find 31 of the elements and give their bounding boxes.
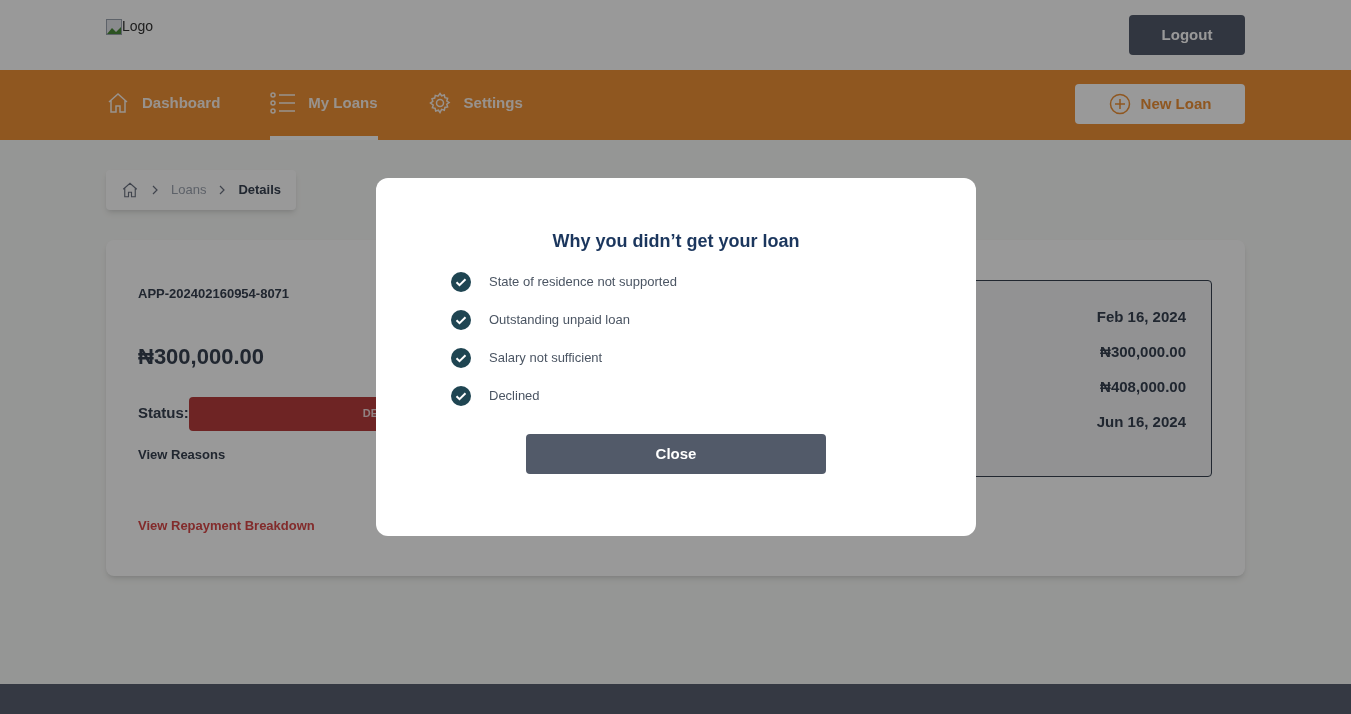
home-icon[interactable] [121,181,139,199]
chevron-icon [151,185,159,195]
reason-text: Declined [489,387,540,406]
application-id: APP-202402160954-8071 [138,285,290,303]
detail-value: ₦300,000.00 [1100,342,1186,362]
new-loan-button[interactable]: New Loan [1075,84,1245,124]
logout-button[interactable]: Logout [1129,15,1245,55]
repayment-breakdown-link[interactable]: View Repayment Breakdown [138,516,315,536]
settings-icon [427,91,452,115]
nav-tab[interactable]: My Loans [270,70,378,140]
reason-text: State of residence not supported [489,273,677,292]
detail-value: Jun 16, 2024 [1096,412,1186,432]
reason-text: Outstanding unpaid loan [489,311,630,330]
broken-image-icon [106,18,122,35]
breadcrumb-link[interactable]: Loans [171,180,207,200]
view-reasons-link[interactable]: View Reasons [138,444,226,464]
detail-value: Feb 16, 2024 [1096,307,1186,327]
breadcrumb-link[interactable]: Details [238,180,282,200]
dialog-title: Why you didn’t get your loan [552,230,800,253]
status-label: Status: [138,403,189,424]
nav-tab[interactable]: Settings [427,70,523,140]
detail-value: ₦408,000.00 [1100,377,1186,397]
loan-amount: ₦300,000.00 [138,342,264,371]
reason-text: Salary not sufficient [489,349,603,368]
logo-image: Logo [106,16,154,37]
home-icon [106,91,130,115]
list-icon [270,91,297,115]
close-button[interactable]: Close [526,434,826,474]
nav-tab[interactable]: Dashboard [106,70,221,140]
chevron-icon [218,185,227,195]
plus-circle-icon [1108,93,1131,115]
